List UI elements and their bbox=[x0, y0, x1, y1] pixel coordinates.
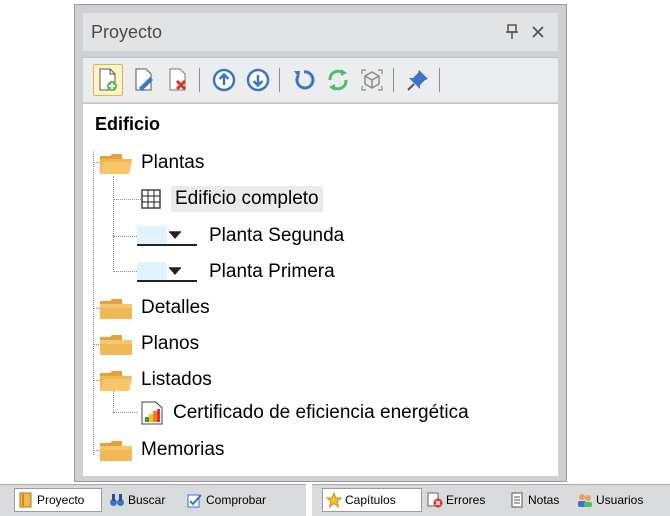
tab-label: Capítulos bbox=[345, 493, 396, 507]
tree-node-label: Planta Primera bbox=[209, 261, 335, 282]
tree-connector bbox=[113, 199, 141, 200]
view-3d-button[interactable] bbox=[357, 64, 387, 96]
panel-toolbar bbox=[83, 57, 558, 102]
folder-icon bbox=[100, 335, 132, 355]
delete-document-icon bbox=[169, 68, 187, 91]
tree-node-label: Planta Segunda bbox=[209, 225, 345, 246]
pin-icon[interactable] bbox=[499, 18, 525, 46]
tree-connector bbox=[93, 150, 94, 455]
star-icon bbox=[326, 492, 342, 508]
move-up-button[interactable] bbox=[209, 64, 239, 96]
refresh-icon bbox=[328, 69, 348, 91]
tab-comprobar[interactable]: Comprobar bbox=[184, 488, 266, 512]
tab-errores[interactable]: Errores bbox=[424, 488, 485, 512]
floor-level-icon bbox=[137, 262, 197, 282]
open-folder-icon bbox=[100, 154, 132, 174]
left-tab-bar: Proyecto Buscar Comprobar bbox=[0, 484, 306, 516]
tree-node-planta-segunda[interactable]: Planta Segunda bbox=[137, 222, 344, 250]
tab-label: Buscar bbox=[128, 493, 166, 507]
book-icon bbox=[19, 492, 32, 508]
tab-label: Proyecto bbox=[37, 493, 85, 507]
tree-node-label: Planos bbox=[141, 333, 200, 354]
toolbar-separator bbox=[279, 68, 280, 92]
building-grid-icon bbox=[141, 189, 161, 209]
tree-node-plantas[interactable]: Plantas bbox=[99, 149, 204, 177]
tree-node-label: Detalles bbox=[141, 297, 210, 318]
tab-label: Comprobar bbox=[206, 493, 267, 507]
tab-label: Notas bbox=[528, 493, 560, 507]
toolbar-separator bbox=[393, 68, 394, 92]
tree-connector bbox=[113, 236, 137, 237]
tree-node-listados[interactable]: Listados bbox=[99, 366, 212, 394]
tab-buscar[interactable]: Buscar bbox=[106, 488, 165, 512]
edit-document-button[interactable] bbox=[129, 64, 159, 96]
binoculars-icon bbox=[110, 494, 124, 506]
tree-node-planos[interactable]: Planos bbox=[99, 330, 199, 358]
tab-label: Usuarios bbox=[596, 493, 644, 507]
toolbar-separator bbox=[199, 68, 200, 92]
tree-node-edificio-completo[interactable]: Edificio completo bbox=[141, 185, 323, 213]
note-icon bbox=[511, 492, 523, 508]
edit-document-icon bbox=[135, 68, 153, 91]
folder-icon bbox=[100, 441, 132, 461]
cube-icon bbox=[361, 69, 383, 91]
refresh-button[interactable] bbox=[323, 64, 353, 96]
folder-icon bbox=[100, 299, 132, 319]
users-icon bbox=[578, 494, 592, 507]
tree-node-certificado[interactable]: Certificado de eficiencia energética bbox=[141, 399, 469, 427]
tree-connector bbox=[113, 412, 137, 413]
floor-level-icon bbox=[137, 226, 197, 246]
open-folder-icon bbox=[100, 371, 132, 391]
undo-button[interactable] bbox=[289, 64, 319, 96]
panel-title-bar: Proyecto bbox=[83, 13, 558, 51]
move-down-button[interactable] bbox=[243, 64, 273, 96]
tab-notas[interactable]: Notas bbox=[506, 488, 559, 512]
energy-certificate-icon bbox=[141, 401, 163, 425]
check-tool-icon bbox=[187, 494, 202, 508]
tree-node-label: Certificado de eficiencia energética bbox=[173, 402, 469, 423]
tree-node-memorias[interactable]: Memorias bbox=[99, 436, 224, 464]
arrow-up-circle-icon bbox=[212, 68, 236, 92]
delete-document-button[interactable] bbox=[163, 64, 193, 96]
toolbar-separator bbox=[439, 68, 440, 92]
project-panel: Proyecto Edificio Plantas Edificio compl… bbox=[74, 4, 567, 482]
undo-icon bbox=[294, 70, 315, 90]
tree-root-label[interactable]: Edificio bbox=[95, 114, 160, 135]
project-tree: Edificio Plantas Edificio completo Plant… bbox=[83, 103, 558, 476]
tab-usuarios[interactable]: Usuarios bbox=[574, 488, 643, 512]
arrow-down-circle-icon bbox=[246, 68, 270, 92]
pin-button[interactable] bbox=[403, 64, 433, 96]
new-document-icon bbox=[99, 68, 117, 91]
panel-title: Proyecto bbox=[91, 22, 163, 42]
tree-node-label: Edificio completo bbox=[171, 186, 323, 212]
tree-node-planta-primera[interactable]: Planta Primera bbox=[137, 258, 335, 286]
tab-label: Errores bbox=[446, 493, 486, 507]
tree-node-detalles[interactable]: Detalles bbox=[99, 294, 210, 322]
close-icon[interactable] bbox=[525, 18, 551, 46]
tab-proyecto[interactable]: Proyecto bbox=[14, 488, 102, 512]
tree-node-label: Listados bbox=[141, 369, 212, 390]
new-document-button[interactable] bbox=[93, 64, 123, 96]
error-icon bbox=[427, 492, 443, 508]
tree-node-label: Plantas bbox=[141, 152, 205, 173]
pushpin-icon bbox=[407, 70, 428, 91]
tree-connector bbox=[113, 176, 114, 272]
tree-node-label: Memorias bbox=[141, 439, 225, 460]
tree-connector bbox=[113, 271, 137, 272]
tab-capitulos[interactable]: Capítulos bbox=[322, 488, 422, 512]
right-tab-bar: Capítulos Errores Notas Usuarios bbox=[312, 484, 670, 516]
